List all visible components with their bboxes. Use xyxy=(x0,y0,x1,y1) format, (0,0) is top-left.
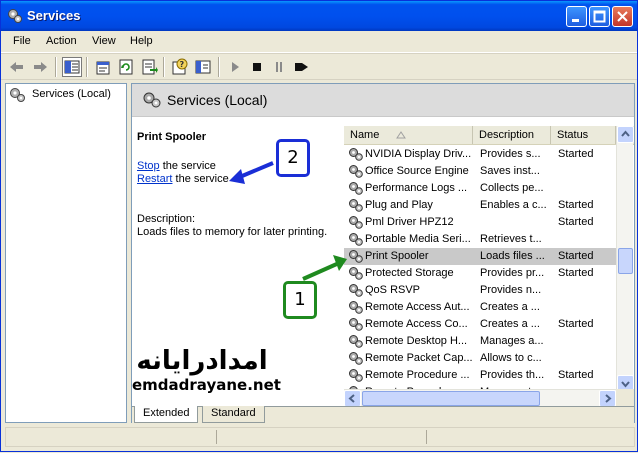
callout-one: 1 xyxy=(283,281,317,319)
arrow-one xyxy=(302,261,340,281)
arrow-two-head xyxy=(229,169,245,184)
services-window: Services File Action View Help ? Service… xyxy=(0,0,638,452)
callout-two: 2 xyxy=(276,139,310,177)
annotation-arrows xyxy=(229,161,347,281)
